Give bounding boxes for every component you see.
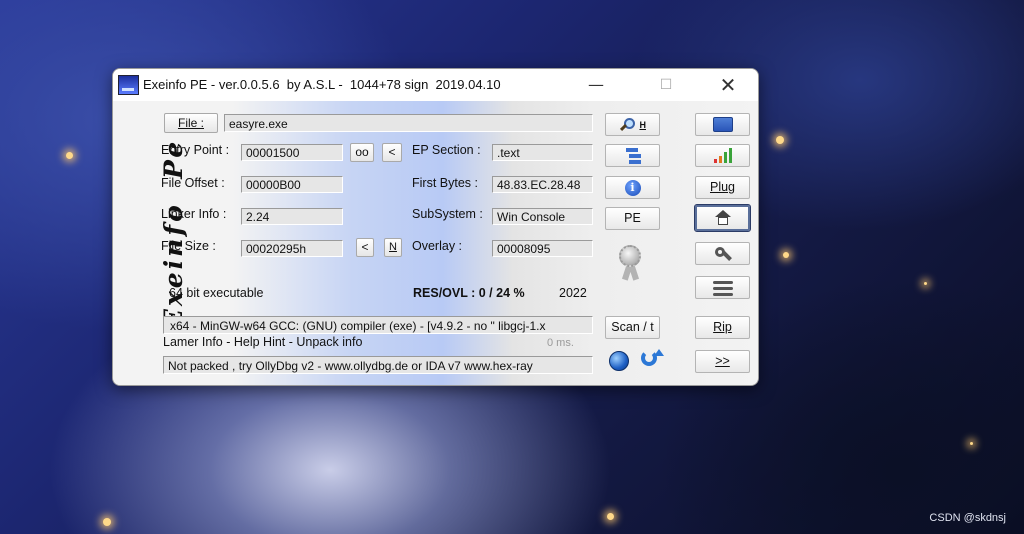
refresh-icon[interactable] xyxy=(640,349,664,371)
home-icon xyxy=(713,209,733,226)
ep-section-label: EP Section : xyxy=(412,143,481,157)
pe-button[interactable]: PE xyxy=(605,207,660,230)
background-light-7 xyxy=(970,442,973,445)
background-light-2 xyxy=(776,136,784,144)
background-light-5 xyxy=(607,513,614,520)
bitness-text: 64 bit executable xyxy=(169,286,264,300)
more-label: >> xyxy=(715,354,730,368)
lamer-info-text: Lamer Info - Help Hint - Unpack info xyxy=(163,335,363,349)
rip-button[interactable]: Rip xyxy=(695,316,750,339)
first-bytes-field[interactable]: 48.83.EC.28.48 xyxy=(492,176,593,193)
file-size-field[interactable]: 00020295h xyxy=(241,240,343,257)
open-file-button[interactable] xyxy=(695,113,750,136)
tree-icon xyxy=(624,147,642,165)
home-button[interactable] xyxy=(694,204,751,232)
minimize-button[interactable]: — xyxy=(573,69,619,101)
overlay-label: Overlay : xyxy=(412,239,463,253)
ep-section-field[interactable]: .text xyxy=(492,144,593,161)
main-panel: Exeinfo Pe File : easyre.exe Entry Point… xyxy=(113,101,758,385)
timing-text: 0 ms. xyxy=(547,337,574,349)
background-light-4 xyxy=(103,518,111,526)
overlay-field[interactable]: 00008095 xyxy=(492,240,593,257)
magnifier-icon xyxy=(619,117,635,132)
watermark: CSDN @skdnsj xyxy=(929,512,1006,524)
file-offset-label: File Offset : xyxy=(161,176,225,190)
maximize-button[interactable]: ☐ xyxy=(643,69,689,101)
file-size-label: File Size : xyxy=(161,239,216,253)
linker-info-label: Linker Info : xyxy=(161,207,227,221)
hint-field[interactable]: Not packed , try OllyDbg v2 - www.ollydb… xyxy=(163,356,593,374)
subsystem-label: SubSystem : xyxy=(412,207,483,221)
year-text: 2022 xyxy=(559,286,587,300)
tools-button[interactable] xyxy=(695,242,750,265)
close-button[interactable]: ✕ xyxy=(705,69,751,101)
search-h-button[interactable]: H xyxy=(605,113,660,136)
search-h-label: H xyxy=(639,120,646,130)
menu-button[interactable] xyxy=(695,276,750,299)
background-light-6 xyxy=(924,282,927,285)
scan-button[interactable]: Scan / t xyxy=(605,316,660,339)
app-icon xyxy=(118,75,139,95)
entry-point-field[interactable]: 00001500 xyxy=(241,144,343,161)
globe-icon[interactable] xyxy=(609,351,629,371)
section-viewer-button[interactable] xyxy=(605,144,660,167)
ep-oo-button[interactable]: oo xyxy=(350,143,374,162)
stats-button[interactable] xyxy=(695,144,750,167)
first-bytes-label: First Bytes : xyxy=(412,176,478,190)
linker-info-field[interactable]: 2.24 xyxy=(241,208,343,225)
background-light-3 xyxy=(783,252,789,258)
rip-label: Rip xyxy=(713,320,732,334)
file-size-prev-button[interactable]: < xyxy=(356,238,374,257)
file-button[interactable]: File : xyxy=(164,113,218,133)
file-offset-field[interactable]: 00000B00 xyxy=(241,176,343,193)
subsystem-field[interactable]: Win Console xyxy=(492,208,593,225)
res-ovl-text: RES/OVL : 0 / 24 % xyxy=(413,286,525,300)
wrench-icon xyxy=(713,245,733,263)
info-button[interactable]: i xyxy=(605,176,660,199)
file-size-n-button[interactable]: N xyxy=(384,238,402,257)
signal-bars-icon xyxy=(713,148,733,164)
folder-icon xyxy=(712,117,733,133)
entry-point-label: Entry Point : xyxy=(161,143,230,157)
detection-result-field[interactable]: x64 - MinGW-w64 GCC: (GNU) compiler (exe… xyxy=(163,316,593,334)
more-button[interactable]: >> xyxy=(695,350,750,373)
medal-icon xyxy=(619,245,645,285)
window-title: Exeinfo PE - ver.0.0.5.6 by A.S.L - 1044… xyxy=(143,77,501,92)
file-path-field[interactable]: easyre.exe xyxy=(224,114,593,132)
background-light-1 xyxy=(66,152,73,159)
exeinfo-window: Exeinfo PE - ver.0.0.5.6 by A.S.L - 1044… xyxy=(112,68,759,386)
plug-label: Plug xyxy=(709,180,736,194)
title-bar[interactable]: Exeinfo PE - ver.0.0.5.6 by A.S.L - 1044… xyxy=(113,69,758,101)
info-icon: i xyxy=(624,179,641,196)
ep-prev-button[interactable]: < xyxy=(382,143,402,162)
plug-button[interactable]: Plug xyxy=(695,176,750,199)
stack-icon xyxy=(712,280,733,296)
